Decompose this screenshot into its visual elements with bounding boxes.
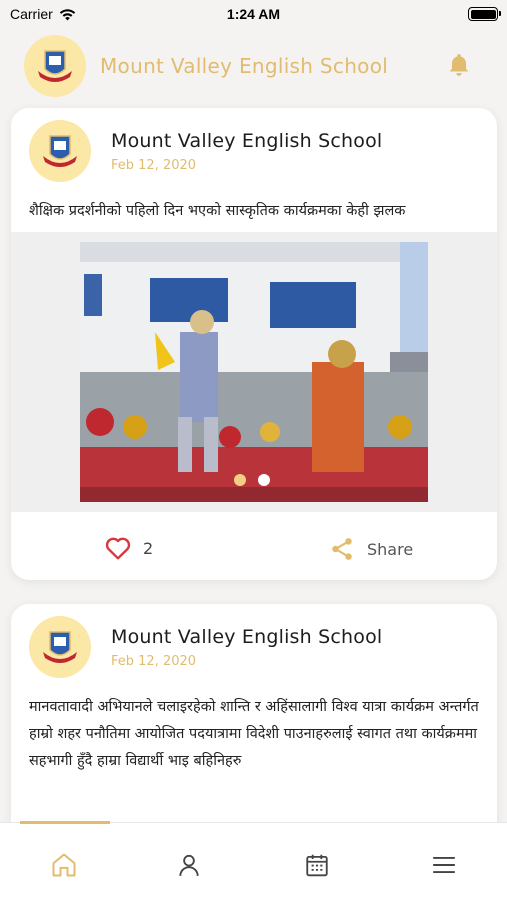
bottom-tab-bar [0, 821, 507, 900]
post-date: Feb 12, 2020 [111, 654, 197, 669]
share-icon [332, 538, 352, 560]
school-crest-icon [29, 616, 91, 678]
profile-icon[interactable] [175, 851, 203, 879]
post-card: Mount Valley English School Feb 12, 2020… [11, 604, 497, 844]
heart-icon [105, 537, 131, 560]
school-crest-icon [29, 120, 91, 182]
share-button[interactable]: Share [329, 536, 413, 562]
home-icon[interactable] [50, 851, 78, 879]
app-title: Mount Valley English School [100, 54, 389, 78]
share-label: Share [367, 539, 414, 559]
menu-icon[interactable] [430, 851, 458, 879]
like-button[interactable]: 2 [105, 536, 153, 560]
battery-icon [468, 7, 501, 21]
bell-icon[interactable] [446, 52, 472, 82]
post-photo[interactable] [80, 242, 428, 502]
post-author: Mount Valley English School [111, 130, 383, 152]
post-caption: शैक्षिक प्रदर्शनीको पहिलो दिन भएको सास्क… [29, 203, 406, 219]
image-carousel[interactable] [11, 232, 497, 512]
post-actions: 2 Share [11, 512, 497, 580]
app-header: Mount Valley English School [0, 30, 507, 102]
like-count: 2 [143, 538, 154, 558]
school-crest-icon [24, 35, 86, 97]
calendar-icon[interactable] [303, 851, 331, 879]
carousel-dot-active[interactable] [234, 474, 246, 486]
status-time: 1:24 AM [226, 6, 281, 22]
post-date: Feb 12, 2020 [111, 158, 197, 173]
active-tab-indicator [20, 821, 110, 824]
status-bar: Carrier 1:24 AM [0, 0, 507, 30]
carousel-indicator [234, 474, 270, 486]
post-caption: मानवतावादी अभियानले चलाइरहेको शान्ति र अ… [29, 699, 479, 769]
post-author: Mount Valley English School [111, 626, 383, 648]
post-card: Mount Valley English School Feb 12, 2020… [11, 108, 497, 580]
carousel-dot[interactable] [258, 474, 270, 486]
